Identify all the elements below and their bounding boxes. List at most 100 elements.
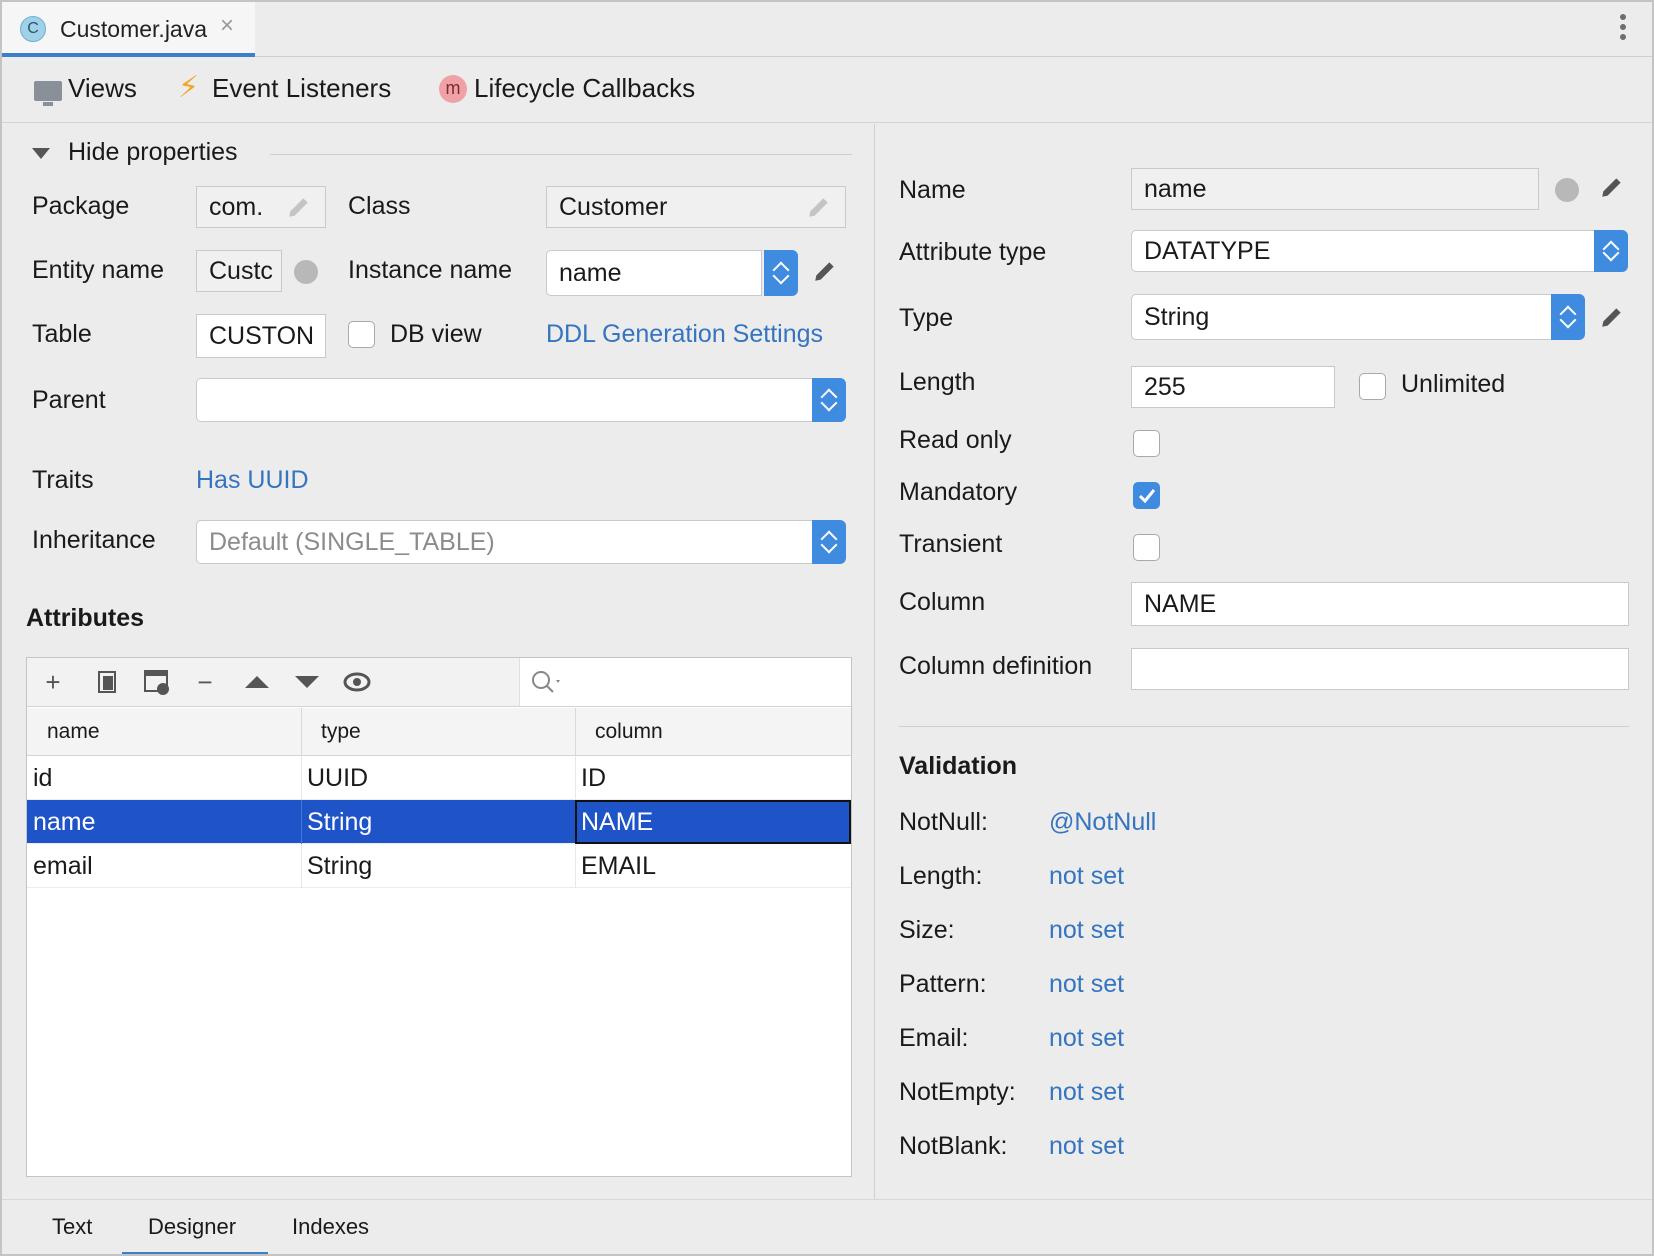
tab-indexes[interactable]: Indexes [292, 1214, 369, 1240]
move-up-icon[interactable] [241, 666, 273, 698]
eye-icon[interactable] [341, 666, 373, 698]
transient-checkbox[interactable] [1133, 534, 1160, 561]
inheritance-label: Inheritance [32, 526, 156, 554]
table-row[interactable]: id UUID ID [27, 756, 851, 800]
more-options-icon[interactable] [1619, 14, 1627, 46]
globe-icon[interactable] [294, 260, 318, 284]
cell-column: EMAIL [581, 852, 657, 880]
read-only-label: Read only [899, 426, 1012, 454]
parent-dropdown-arrow-icon[interactable] [812, 378, 846, 422]
validation-link-email[interactable]: not set [1049, 1024, 1124, 1053]
inheritance-dropdown-arrow-icon[interactable] [812, 520, 846, 564]
transient-label: Transient [899, 530, 1003, 558]
table-row[interactable]: email String EMAIL [27, 844, 851, 888]
column-input[interactable]: NAME [1131, 582, 1629, 626]
column-header-type[interactable]: type [321, 720, 361, 744]
class-label: Class [348, 192, 411, 220]
column-divider[interactable] [575, 708, 576, 756]
type-select[interactable]: String [1131, 294, 1553, 340]
has-uuid-link[interactable]: Has UUID [196, 466, 309, 495]
column-header-column[interactable]: column [595, 720, 663, 744]
validation-label-email: Email: [899, 1024, 969, 1052]
copy-icon[interactable] [91, 666, 123, 698]
cell-name: id [33, 764, 53, 792]
section-divider [270, 154, 852, 155]
validation-label-notempty: NotEmpty: [899, 1078, 1016, 1106]
mandatory-checkbox[interactable] [1133, 482, 1160, 509]
table-name-value: CUSTON [209, 322, 315, 350]
entity-name-label: Entity name [32, 256, 165, 284]
validation-heading: Validation [899, 752, 1018, 780]
instance-name-dropdown-arrow-icon[interactable] [764, 250, 798, 296]
table-name-input[interactable]: CUSTON [196, 314, 326, 358]
lifecycle-callbacks-button[interactable]: Lifecycle Callbacks [474, 73, 695, 104]
length-value: 255 [1144, 373, 1186, 401]
pencil-icon[interactable] [812, 258, 838, 284]
attribute-type-dropdown-arrow-icon[interactable] [1594, 230, 1628, 272]
table-row-selected[interactable]: name String NAME [27, 800, 851, 844]
table-toolbar: + − [27, 658, 851, 707]
type-label: Type [899, 304, 954, 332]
add-from-field-icon[interactable] [141, 666, 173, 698]
attribute-type-label: Attribute type [899, 238, 1047, 266]
cell-type: UUID [307, 764, 369, 792]
column-divider[interactable] [301, 708, 302, 756]
hide-properties-toggle[interactable]: Hide properties [68, 138, 238, 167]
name-input[interactable]: name [1131, 168, 1539, 210]
column-definition-input[interactable] [1131, 648, 1629, 690]
pencil-icon[interactable] [286, 194, 312, 220]
name-label: Name [899, 176, 966, 204]
attribute-type-select[interactable]: DATATYPE [1131, 230, 1596, 272]
attributes-table: + − name type column id UUID ID name Str… [26, 657, 852, 1177]
views-button[interactable]: Views [68, 73, 137, 104]
checkmark-icon [1138, 489, 1156, 504]
ddl-generation-settings-link[interactable]: DDL Generation Settings [546, 320, 823, 349]
instance-name-value: name [559, 259, 622, 287]
collapse-triangle-icon[interactable] [32, 148, 50, 159]
pencil-icon[interactable] [1599, 174, 1625, 200]
class-field[interactable]: Customer [546, 186, 846, 228]
cell-column: ID [581, 764, 606, 792]
type-dropdown-arrow-icon[interactable] [1551, 294, 1585, 340]
entity-name-field[interactable]: Custc [196, 250, 282, 292]
length-input[interactable]: 255 [1131, 366, 1335, 408]
unlimited-checkbox[interactable] [1359, 373, 1386, 400]
type-value: String [1144, 303, 1210, 331]
validation-label-notblank: NotBlank: [899, 1132, 1008, 1160]
validation-link-size[interactable]: not set [1049, 916, 1124, 945]
tab-title: Customer.java [60, 16, 208, 42]
attribute-type-value: DATATYPE [1144, 237, 1271, 265]
event-listeners-button[interactable]: Event Listeners [212, 73, 391, 104]
search-icon [532, 671, 560, 693]
db-view-checkbox[interactable] [348, 321, 375, 348]
table-header: name type column [27, 708, 851, 756]
validation-label-length: Length: [899, 862, 983, 890]
cell-column: NAME [581, 808, 654, 836]
cell-type: String [307, 808, 373, 836]
remove-icon[interactable]: − [189, 666, 221, 698]
validation-link-notempty[interactable]: not set [1049, 1078, 1124, 1107]
move-down-icon[interactable] [291, 666, 323, 698]
column-header-name[interactable]: name [47, 720, 100, 744]
validation-link-pattern[interactable]: not set [1049, 970, 1124, 999]
tab-customer-java[interactable]: C Customer.java × [2, 2, 255, 57]
pencil-icon[interactable] [1599, 304, 1625, 330]
inheritance-value: Default (SINGLE_TABLE) [209, 528, 495, 556]
parent-select[interactable] [196, 378, 814, 422]
tab-text[interactable]: Text [52, 1214, 92, 1240]
read-only-checkbox[interactable] [1133, 430, 1160, 457]
name-value: name [1144, 175, 1207, 203]
instance-name-select[interactable]: name [546, 250, 762, 296]
globe-icon[interactable] [1555, 178, 1579, 202]
add-icon[interactable]: + [37, 666, 69, 698]
entity-name-value: Custc [209, 257, 273, 285]
inheritance-select[interactable]: Default (SINGLE_TABLE) [196, 520, 814, 564]
table-label: Table [32, 320, 92, 348]
validation-link-notblank[interactable]: not set [1049, 1132, 1124, 1161]
close-icon[interactable]: × [220, 12, 234, 40]
pencil-icon[interactable] [806, 194, 832, 220]
tab-designer[interactable]: Designer [148, 1214, 236, 1240]
validation-link-length[interactable]: not set [1049, 862, 1124, 891]
attribute-search-input[interactable] [519, 658, 851, 706]
validation-link-notnull[interactable]: @NotNull [1049, 808, 1156, 837]
